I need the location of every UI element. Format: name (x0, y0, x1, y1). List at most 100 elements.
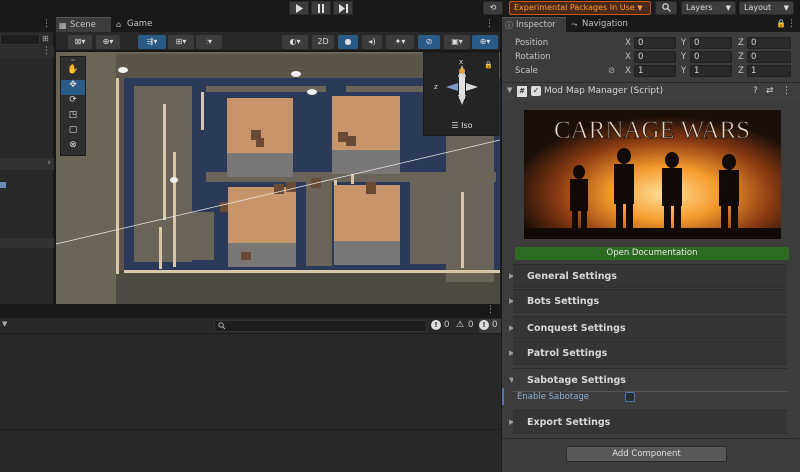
add-component-button[interactable]: Add Component (566, 446, 727, 462)
tab-scene[interactable]: ▦ Scene (56, 17, 111, 32)
lighting-toggle[interactable]: ● (338, 35, 358, 49)
hierarchy-row[interactable]: › (0, 158, 54, 170)
scale-tool-icon[interactable]: ◳ (61, 110, 85, 125)
tab-game[interactable]: ⌂ Game (113, 17, 163, 32)
chevron-down-icon: ▼ (783, 4, 789, 12)
scene-tab-icon: ▦ (59, 21, 67, 30)
console-tabstrip: ⋮ (0, 304, 501, 318)
audio-toggle[interactable]: ◂) (362, 35, 382, 49)
history-button[interactable]: ⟲ (483, 1, 503, 15)
tab-scene-label: Scene (70, 20, 96, 30)
axis-y-label[interactable]: Y (681, 52, 686, 62)
more-menu-icon[interactable]: ⋮ (485, 19, 494, 29)
shading-mode-dropdown[interactable]: ◐▾ (282, 35, 308, 49)
experimental-packages-button[interactable]: Experimental Packages In Use ▼ (509, 1, 651, 15)
gizmos-icon: ⊕▾ (479, 37, 491, 46)
pivot-icon: ⇶▾ (146, 37, 158, 46)
rotation-z-field[interactable]: 0 (747, 51, 791, 63)
layers-dropdown[interactable]: Layers ▼ (681, 1, 736, 15)
more-menu-icon[interactable]: ⋮ (787, 19, 796, 29)
more-menu-icon[interactable]: ⋮ (782, 86, 791, 96)
lightbulb-icon: ● (344, 37, 352, 46)
scene-viewport[interactable]: ═ ✋ ✥ ⟳ ◳ ▢ ⊗ 🔒 x z ☰ Iso (56, 52, 500, 304)
axis-z-label[interactable]: Z (738, 38, 744, 48)
camera-settings-dropdown[interactable]: ▣▾ (444, 35, 470, 49)
pivot-toggle[interactable]: ⇶▾ (138, 35, 166, 49)
add-component-label: Add Component (612, 449, 681, 459)
orientation-gizmo[interactable]: 🔒 x z ☰ Iso (423, 52, 499, 136)
axis-y-label[interactable]: Y (681, 38, 686, 48)
more-menu-icon[interactable]: ⋮ (486, 305, 495, 315)
section-sabotage-settings[interactable]: Sabotage Settings (513, 368, 787, 392)
hierarchy-lock-icon[interactable]: ⊞ (42, 34, 52, 45)
rect-tool-icon[interactable]: ▢ (61, 125, 85, 140)
enable-sabotage-label: Enable Sabotage (517, 392, 590, 402)
section-export-settings[interactable]: Export Settings (513, 410, 787, 434)
more-menu-icon[interactable]: ⋮ (42, 46, 51, 56)
rotation-y-field[interactable]: 0 (690, 51, 732, 63)
foldout-arrow-icon[interactable]: ▼ (507, 86, 512, 94)
axis-z-label[interactable]: Z (738, 52, 744, 62)
snap-dropdown[interactable]: ⊞▾ (168, 35, 194, 49)
section-bots-settings[interactable]: Bots Settings (513, 289, 787, 313)
component-enabled-checkbox[interactable]: ✓ (531, 86, 541, 96)
tab-navigation[interactable]: ⤳ Navigation (568, 17, 638, 32)
hand-tool-icon[interactable]: ✋ (61, 65, 85, 80)
axis-y-label[interactable]: Y (681, 66, 686, 76)
rotate-tool-icon[interactable]: ⟳ (61, 95, 85, 110)
open-documentation-button[interactable]: Open Documentation (515, 247, 789, 260)
warning-count: 0 (467, 320, 474, 330)
toggle-2d-button[interactable]: 2D (312, 35, 334, 49)
lock-icon[interactable]: 🔒 (776, 19, 786, 28)
transform-tool-icon[interactable]: ⊗ (61, 140, 85, 155)
speaker-icon: ◂) (368, 37, 376, 46)
pause-button[interactable] (311, 1, 331, 15)
tab-inspector[interactable]: ⓘ Inspector (502, 17, 566, 32)
layers-label: Layers (686, 3, 713, 12)
hidden-objects-toggle[interactable]: ⊘ (418, 35, 440, 49)
global-local-dropdown[interactable]: ⊕▾ (96, 35, 120, 49)
warning-count-toggle[interactable]: ⚠ 0 (455, 320, 477, 332)
navigation-icon: ⤳ (571, 20, 578, 29)
drag-handle-icon[interactable]: ═ (61, 57, 85, 65)
scale-x-field[interactable]: 1 (634, 65, 676, 77)
section-general-settings[interactable]: General Settings (513, 264, 787, 288)
hierarchy-search-input[interactable] (0, 34, 40, 45)
more-menu-icon[interactable]: ⋮ (42, 19, 51, 29)
scale-z-field[interactable]: 1 (747, 65, 791, 77)
move-tool-icon[interactable]: ✥ (61, 80, 85, 95)
play-button[interactable] (289, 1, 309, 15)
section-title: Patrol Settings (527, 348, 608, 359)
axis-x-label[interactable]: X (625, 66, 631, 76)
axis-x-label[interactable]: X (625, 38, 631, 48)
info-count-toggle[interactable]: ! 0 (479, 319, 501, 333)
component-header[interactable]: ▼ # ✓ Mod Map Manager (Script) ? ⇄ ⋮ (502, 83, 800, 101)
layout-dropdown[interactable]: Layout ▼ (739, 1, 794, 15)
effects-dropdown[interactable]: ✦▾ (386, 35, 414, 49)
position-y-field[interactable]: 0 (690, 37, 732, 49)
presets-icon[interactable]: ⇄ (766, 86, 774, 96)
chevron-down-icon[interactable]: ▼ (2, 320, 7, 328)
hierarchy-row[interactable] (0, 238, 54, 248)
axis-x-label[interactable]: X (625, 52, 631, 62)
hierarchy-scene-row[interactable]: ⋮ (0, 46, 54, 58)
tab-game-label: Game (127, 19, 153, 29)
axis-z-label[interactable]: Z (738, 66, 744, 76)
search-button[interactable] (655, 1, 677, 15)
enable-sabotage-checkbox[interactable] (625, 392, 635, 402)
step-button[interactable] (333, 1, 353, 15)
scale-y-field[interactable]: 1 (690, 65, 732, 77)
constrain-proportions-icon[interactable]: ⊘ (608, 66, 615, 76)
section-conquest-settings[interactable]: Conquest Settings (513, 316, 787, 340)
rotation-x-field[interactable]: 0 (634, 51, 676, 63)
console-search-input[interactable] (214, 320, 427, 332)
position-z-field[interactable]: 0 (747, 37, 791, 49)
gizmos-dropdown[interactable]: ⊕▾ (472, 35, 498, 49)
draw-mode-dropdown[interactable]: ⊠▾ (68, 35, 92, 49)
increment-snap-dropdown[interactable]: ⫶▾ (196, 35, 222, 49)
position-x-field[interactable]: 0 (634, 37, 676, 49)
error-count-toggle[interactable]: ! 0 (431, 320, 453, 332)
help-icon[interactable]: ? (753, 86, 758, 96)
section-patrol-settings[interactable]: Patrol Settings (513, 341, 787, 365)
projection-toggle[interactable]: ☰ Iso (424, 121, 500, 130)
